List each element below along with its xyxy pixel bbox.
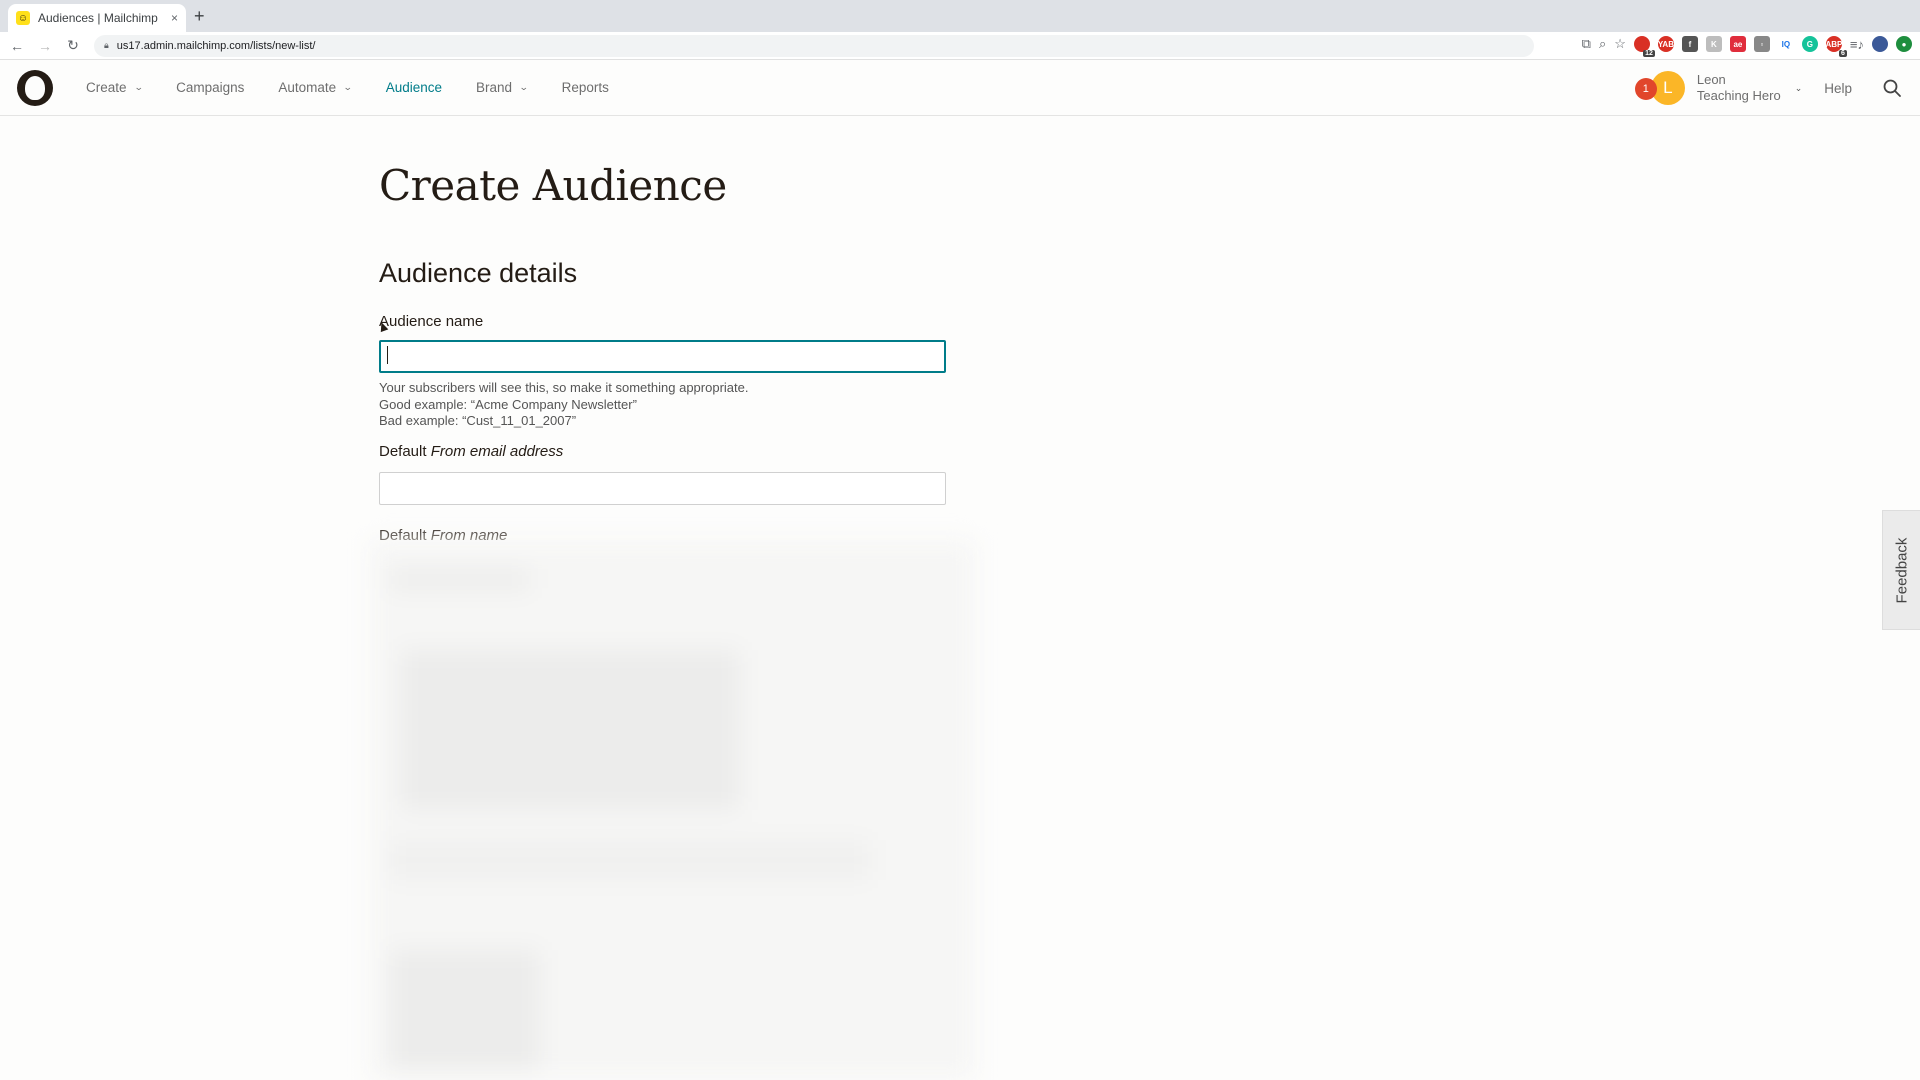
extension-badge: 12 [1643,50,1655,57]
back-button[interactable]: ← [6,38,28,54]
browser-address-bar: ← → ↻ 🔒︎ us17.admin.mailchimp.com/lists/… [0,32,1920,60]
header-account-area: 1 L Leon Teaching Hero ⌄ Help [1634,60,1920,116]
bookmark-star-icon[interactable]: ☆ [1614,36,1626,52]
extension-green-icon[interactable]: ● [1896,36,1912,52]
extension-ae-icon[interactable]: ae [1729,36,1746,52]
notification-badge[interactable]: 1 [1634,78,1657,100]
audience-name-help: Your subscribers will see this, so make … [379,380,748,430]
nav-create-label: Create [86,80,127,95]
text-caret [387,346,388,364]
feedback-tab[interactable]: Feedback [1882,510,1920,630]
account-chevron-down-icon[interactable]: ⌄ [1795,83,1803,94]
help-line: Your subscribers will see this, so make … [379,380,749,395]
section-title: Audience details [379,258,578,288]
extension-yab-icon[interactable]: YAB [1658,36,1674,52]
adblock-icon[interactable]: ABP 6 [1825,36,1847,57]
browser-tab-bar: ☺ Audiences | Mailchimp × + [0,0,1920,32]
nav-audience-label: Audience [385,80,443,95]
blurred-form-region [370,540,975,1080]
mailchimp-favicon-icon: ☺ [16,11,30,25]
from-email-label: Default From email address [379,443,563,460]
blurred-block [390,840,870,880]
chevron-down-icon: ⌄ [518,82,529,92]
zoom-icon[interactable]: ⌕ [1599,36,1606,52]
nav-brand-label: Brand [476,80,513,95]
chevron-down-icon: ⌄ [343,82,353,92]
mailchimp-logo-icon[interactable] [17,69,53,106]
nav-automate[interactable]: Automate ⌄ [278,80,353,95]
nav-reports-label: Reports [561,80,609,95]
from-email-label-italic: From email address [430,443,564,460]
nav-audience[interactable]: Audience [386,80,442,95]
search-icon[interactable] [1882,78,1902,98]
blurred-block [390,950,540,1070]
profile-icon[interactable] [1872,36,1888,52]
from-email-label-prefix: Default [379,443,427,460]
help-link[interactable]: Help [1824,81,1852,96]
extension-iq-icon[interactable]: IQ [1777,36,1794,52]
nav-campaigns[interactable]: Campaigns [176,80,244,95]
media-controls-icon[interactable]: ≡♪ [1850,37,1864,52]
app-header: Create ⌄ Campaigns Automate ⌄ Audience Bra… [0,60,1920,116]
blurred-block [390,570,530,590]
nav-create[interactable]: Create ⌄ [86,80,144,95]
main-nav: Create ⌄ Campaigns Automate ⌄ Audience Bra… [86,80,643,95]
facebook-icon[interactable]: f [1681,36,1698,52]
account-menu[interactable]: Leon Teaching Hero [1697,72,1781,104]
new-tab-button[interactable]: + [194,6,205,27]
freddie-face-icon [23,73,47,102]
nav-automate-label: Automate [278,80,337,95]
user-name: Leon [1696,72,1726,87]
url-field[interactable]: 🔒︎ us17.admin.mailchimp.com/lists/new-li… [94,34,1534,57]
nav-reports[interactable]: Reports [562,80,609,95]
from-email-input[interactable] [379,472,946,505]
extension-red-icon[interactable]: 12 [1633,36,1655,57]
nav-brand[interactable]: Brand ⌄ [476,80,529,95]
extension-k-icon[interactable]: K [1705,36,1722,52]
feedback-label: Feedback [1893,537,1910,603]
reload-button[interactable]: ↻ [62,37,84,54]
tab-close-icon[interactable]: × [171,11,178,25]
grammarly-icon[interactable]: G [1801,36,1818,52]
extension-badge: 6 [1839,50,1847,57]
nav-campaigns-label: Campaigns [176,80,245,95]
extension-box-icon[interactable]: ▫ [1753,36,1770,52]
forward-button[interactable]: → [34,38,56,54]
browser-tab[interactable]: ☺ Audiences | Mailchimp × [8,4,186,32]
audience-name-input[interactable] [379,340,946,373]
blurred-block [400,650,740,810]
extension-toolbar: ⧉ ⌕ ☆ 12 YAB f Kae ▫ IQ G ABP 6 ≡♪ ● [1582,36,1912,57]
page-title: Create Audience [379,161,727,210]
chevron-down-icon: ⌄ [133,82,144,92]
tab-title: Audiences | Mailchimp [38,11,158,25]
translate-icon[interactable]: ⧉ [1582,36,1591,52]
audience-name-label: Audience name [379,313,484,330]
help-line-bad-example: Bad example: “Cust_11_01_2007” [379,413,577,428]
lock-icon: 🔒︎ [104,40,109,50]
account-avatar-group[interactable]: 1 L [1634,71,1687,105]
account-name: Teaching Hero [1696,88,1781,103]
url-text: us17.admin.mailchimp.com/lists/new-list/ [116,39,316,52]
help-line-good-example: Good example: “Acme Company Newsletter” [379,396,637,412]
